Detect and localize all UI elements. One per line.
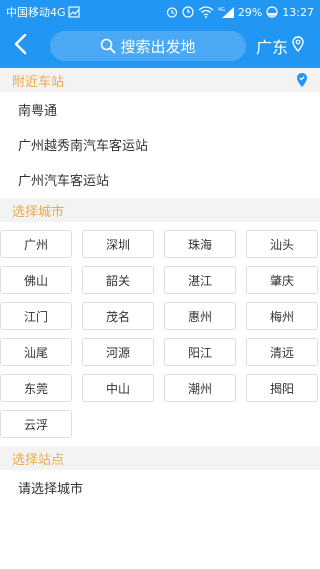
nearby-section-title: 附近车站 [12,74,65,90]
city-button[interactable]: 佛山 [0,266,72,294]
alarm-icon [166,6,178,18]
nearby-section-header: 附近车站 [0,68,320,92]
station-hint: 请选择城市 [18,482,84,497]
city-button[interactable]: 河源 [82,338,154,366]
station-name: 广州汽车客运站 [18,174,110,189]
station-section-title: 选择站点 [12,452,65,468]
wifi-icon [198,6,214,18]
city-button[interactable]: 韶关 [82,266,154,294]
city-button[interactable]: 江门 [0,302,72,330]
search-input[interactable]: 搜索出发地 [50,31,246,61]
locate-icon[interactable] [296,72,308,92]
city-section-title: 选择城市 [12,204,65,220]
city-grid: 广州 深圳 珠海 汕头 佛山 韶关 湛江 肇庆 江门 茂名 惠州 梅州 汕尾 河… [0,230,320,438]
back-arrow-icon [13,33,27,59]
city-button[interactable]: 汕尾 [0,338,72,366]
svg-text:4G: 4G [218,7,225,13]
clock-time: 13:27 [282,5,314,19]
location-pin-icon [292,36,304,56]
city-button[interactable]: 湛江 [164,266,236,294]
station-name: 广州越秀南汽车客运站 [18,139,149,154]
station-select-list: 请选择城市 [0,470,320,505]
city-section-header: 选择城市 [0,198,320,222]
city-button[interactable]: 东莞 [0,374,72,402]
search-placeholder: 搜索出发地 [120,37,196,56]
city-button[interactable]: 广州 [0,230,72,258]
city-button[interactable]: 珠海 [164,230,236,258]
station-name: 南粤通 [18,104,58,119]
city-button[interactable]: 梅州 [246,302,318,330]
image-notification-icon [67,6,80,18]
city-button[interactable]: 中山 [82,374,154,402]
list-item[interactable]: 南粤通 [0,92,320,127]
city-button[interactable]: 惠州 [164,302,236,330]
cellular-signal-icon: 4G [218,6,234,18]
carrier-name: 中国移动4G [6,6,66,19]
city-button[interactable]: 汕头 [246,230,318,258]
city-button[interactable]: 茂名 [82,302,154,330]
province-selector[interactable]: 广东 [256,34,304,58]
status-bar: 中国移动4G 4G 29% 13:27 [0,0,320,24]
city-button[interactable]: 阳江 [164,338,236,366]
clock-icon [182,6,194,18]
city-button[interactable]: 揭阳 [246,374,318,402]
status-left: 中国移动4G [6,4,80,20]
back-button[interactable] [0,24,40,68]
city-button[interactable]: 清远 [246,338,318,366]
top-header: 搜索出发地 广东 [0,24,320,68]
city-button[interactable]: 云浮 [0,410,72,438]
city-button[interactable]: 肇庆 [246,266,318,294]
search-icon [100,38,116,54]
province-label: 广东 [256,38,289,57]
status-right: 4G 29% 13:27 [166,6,314,19]
battery-percent: 29% [237,5,263,19]
list-item[interactable]: 广州汽车客运站 [0,162,320,197]
list-item[interactable]: 广州越秀南汽车客运站 [0,127,320,162]
list-item[interactable]: 请选择城市 [0,470,320,505]
nearby-station-list: 南粤通 广州越秀南汽车客运站 广州汽车客运站 [0,92,320,197]
battery-icon [266,6,278,18]
city-button[interactable]: 潮州 [164,374,236,402]
station-section-header: 选择站点 [0,446,320,470]
city-button[interactable]: 深圳 [82,230,154,258]
